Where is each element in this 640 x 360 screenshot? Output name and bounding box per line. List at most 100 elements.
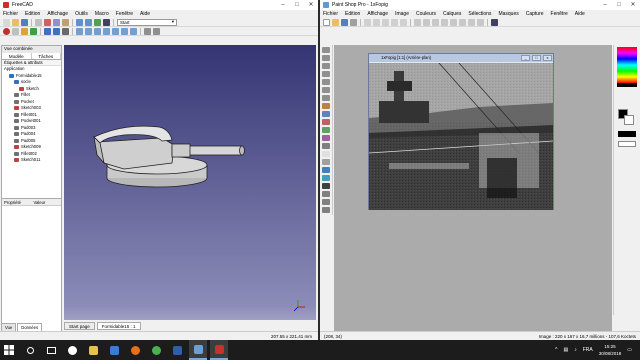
menu-masques[interactable]: Masques bbox=[498, 11, 518, 17]
image-maximize-button[interactable]: □ bbox=[532, 55, 541, 61]
save-icon[interactable] bbox=[341, 18, 348, 26]
undo-icon[interactable] bbox=[391, 18, 398, 26]
full-screen-icon[interactable] bbox=[423, 18, 430, 26]
paste-icon[interactable] bbox=[62, 18, 69, 26]
view-rear-icon[interactable] bbox=[112, 27, 119, 35]
taskbar-hp[interactable] bbox=[63, 340, 81, 360]
edit-macro-icon[interactable] bbox=[21, 27, 28, 35]
menu-affichage[interactable]: Affichage bbox=[47, 11, 68, 17]
background-color-swatch[interactable] bbox=[624, 115, 634, 125]
refresh-icon[interactable] bbox=[94, 18, 101, 26]
color-spectrum[interactable] bbox=[614, 45, 640, 105]
new-file-icon[interactable] bbox=[323, 18, 330, 26]
menu-calques[interactable]: Calques bbox=[443, 11, 461, 17]
fit-selection-icon[interactable] bbox=[53, 27, 60, 35]
print-icon[interactable] bbox=[35, 18, 42, 26]
view-axo-icon[interactable] bbox=[76, 27, 83, 35]
3d-viewport[interactable] bbox=[64, 45, 316, 320]
layers-icon[interactable] bbox=[450, 18, 457, 26]
menu-fichier[interactable]: Fichier bbox=[323, 11, 338, 17]
tab-model[interactable]: Modèle bbox=[2, 53, 32, 59]
mover-tool-icon[interactable] bbox=[322, 79, 330, 85]
measure-icon[interactable] bbox=[144, 27, 151, 35]
menu-image[interactable]: Image bbox=[395, 11, 409, 17]
whats-this-icon[interactable] bbox=[103, 18, 110, 26]
freehand-tool-icon[interactable] bbox=[322, 95, 330, 101]
grid-icon[interactable] bbox=[432, 18, 439, 26]
view-left-icon[interactable] bbox=[130, 27, 137, 35]
object-selector-icon[interactable] bbox=[322, 207, 330, 213]
menu-edition[interactable]: Edition bbox=[345, 11, 360, 17]
palette-icon[interactable] bbox=[441, 18, 448, 26]
taskbar-psp[interactable] bbox=[189, 340, 207, 360]
network-icon[interactable]: ▤ bbox=[564, 347, 569, 353]
menu-fenetre[interactable]: Fenêtre bbox=[551, 11, 568, 17]
fit-all-icon[interactable] bbox=[44, 27, 51, 35]
flood-fill-icon[interactable] bbox=[322, 175, 330, 181]
redo-icon[interactable] bbox=[400, 18, 407, 26]
close-button[interactable]: ✕ bbox=[304, 0, 318, 10]
paintbrush-icon[interactable] bbox=[322, 119, 330, 125]
clone-brush-icon[interactable] bbox=[322, 127, 330, 133]
measure-angle-icon[interactable] bbox=[153, 27, 160, 35]
eraser-tool-icon[interactable] bbox=[322, 151, 330, 157]
picture-tube-icon[interactable] bbox=[322, 159, 330, 165]
maximize-button[interactable]: □ bbox=[290, 0, 304, 10]
new-file-icon[interactable] bbox=[3, 18, 10, 26]
cut-icon[interactable] bbox=[364, 18, 371, 26]
draw-tool-icon[interactable] bbox=[322, 191, 330, 197]
retouch-tool-icon[interactable] bbox=[322, 143, 330, 149]
help-icon[interactable] bbox=[491, 18, 498, 26]
taskbar-explorer[interactable] bbox=[84, 340, 102, 360]
undo-icon[interactable] bbox=[76, 18, 83, 26]
paste-icon[interactable] bbox=[382, 18, 389, 26]
copy-icon[interactable] bbox=[373, 18, 380, 26]
text-tool-icon[interactable] bbox=[322, 183, 330, 189]
view-top-icon[interactable] bbox=[94, 27, 101, 35]
view-bottom-icon[interactable] bbox=[121, 27, 128, 35]
taskbar-store[interactable] bbox=[105, 340, 123, 360]
draw-style-icon[interactable] bbox=[62, 27, 69, 35]
menu-macro[interactable]: Macro bbox=[95, 11, 109, 17]
menu-fenetre[interactable]: Fenêtre bbox=[116, 11, 133, 17]
save-icon[interactable] bbox=[21, 18, 28, 26]
print-icon[interactable] bbox=[350, 18, 357, 26]
histogram-icon[interactable] bbox=[459, 18, 466, 26]
tab-tasks[interactable]: Tâches bbox=[32, 53, 61, 59]
menu-selections[interactable]: Sélections bbox=[468, 11, 491, 17]
magic-wand-icon[interactable] bbox=[322, 103, 330, 109]
stop-macro-icon[interactable] bbox=[12, 27, 19, 35]
tab-formidable15[interactable]: Formidable15 : 1 bbox=[96, 322, 141, 330]
psp-workspace[interactable]: 1xFopig [1:1] (Arrière-plan) _ □ x bbox=[334, 45, 612, 331]
image-window[interactable]: 1xFopig [1:1] (Arrière-plan) _ □ x bbox=[368, 53, 554, 210]
zoom-tool-icon[interactable] bbox=[322, 55, 330, 61]
menu-couleurs[interactable]: Couleurs bbox=[416, 11, 436, 17]
open-folder-icon[interactable] bbox=[12, 18, 19, 26]
taskbar-freecad[interactable] bbox=[210, 340, 228, 360]
taskbar-chrome[interactable] bbox=[147, 340, 165, 360]
cut-icon[interactable] bbox=[44, 18, 51, 26]
workbench-dropdown[interactable]: Start ▾ bbox=[117, 18, 177, 26]
start-button[interactable] bbox=[0, 340, 18, 360]
language-indicator[interactable]: FRA bbox=[583, 347, 593, 353]
tab-start-page[interactable]: Start page bbox=[64, 322, 95, 330]
deform-tool-icon[interactable] bbox=[322, 63, 330, 69]
redo-icon[interactable] bbox=[85, 18, 92, 26]
foreground-style-swatch[interactable] bbox=[618, 131, 636, 137]
open-folder-icon[interactable] bbox=[332, 18, 339, 26]
notifications-icon[interactable]: ▭ bbox=[627, 347, 632, 353]
minimize-button[interactable]: – bbox=[276, 0, 290, 10]
menu-aide[interactable]: Aide bbox=[575, 11, 585, 17]
image-close-button[interactable]: x bbox=[543, 55, 552, 61]
preset-shapes-icon[interactable] bbox=[322, 199, 330, 205]
search-button[interactable] bbox=[21, 340, 39, 360]
crop-tool-icon[interactable] bbox=[322, 71, 330, 77]
arrow-tool-icon[interactable] bbox=[322, 47, 330, 53]
overview-icon[interactable] bbox=[468, 18, 475, 26]
volume-icon[interactable]: ♪ bbox=[574, 347, 577, 353]
chevron-up-icon[interactable]: ^ bbox=[555, 347, 557, 353]
minimize-button[interactable]: – bbox=[598, 0, 612, 10]
menu-fichier[interactable]: Fichier bbox=[3, 11, 18, 17]
tool-options-icon[interactable] bbox=[477, 18, 484, 26]
image-minimize-button[interactable]: _ bbox=[521, 55, 530, 61]
